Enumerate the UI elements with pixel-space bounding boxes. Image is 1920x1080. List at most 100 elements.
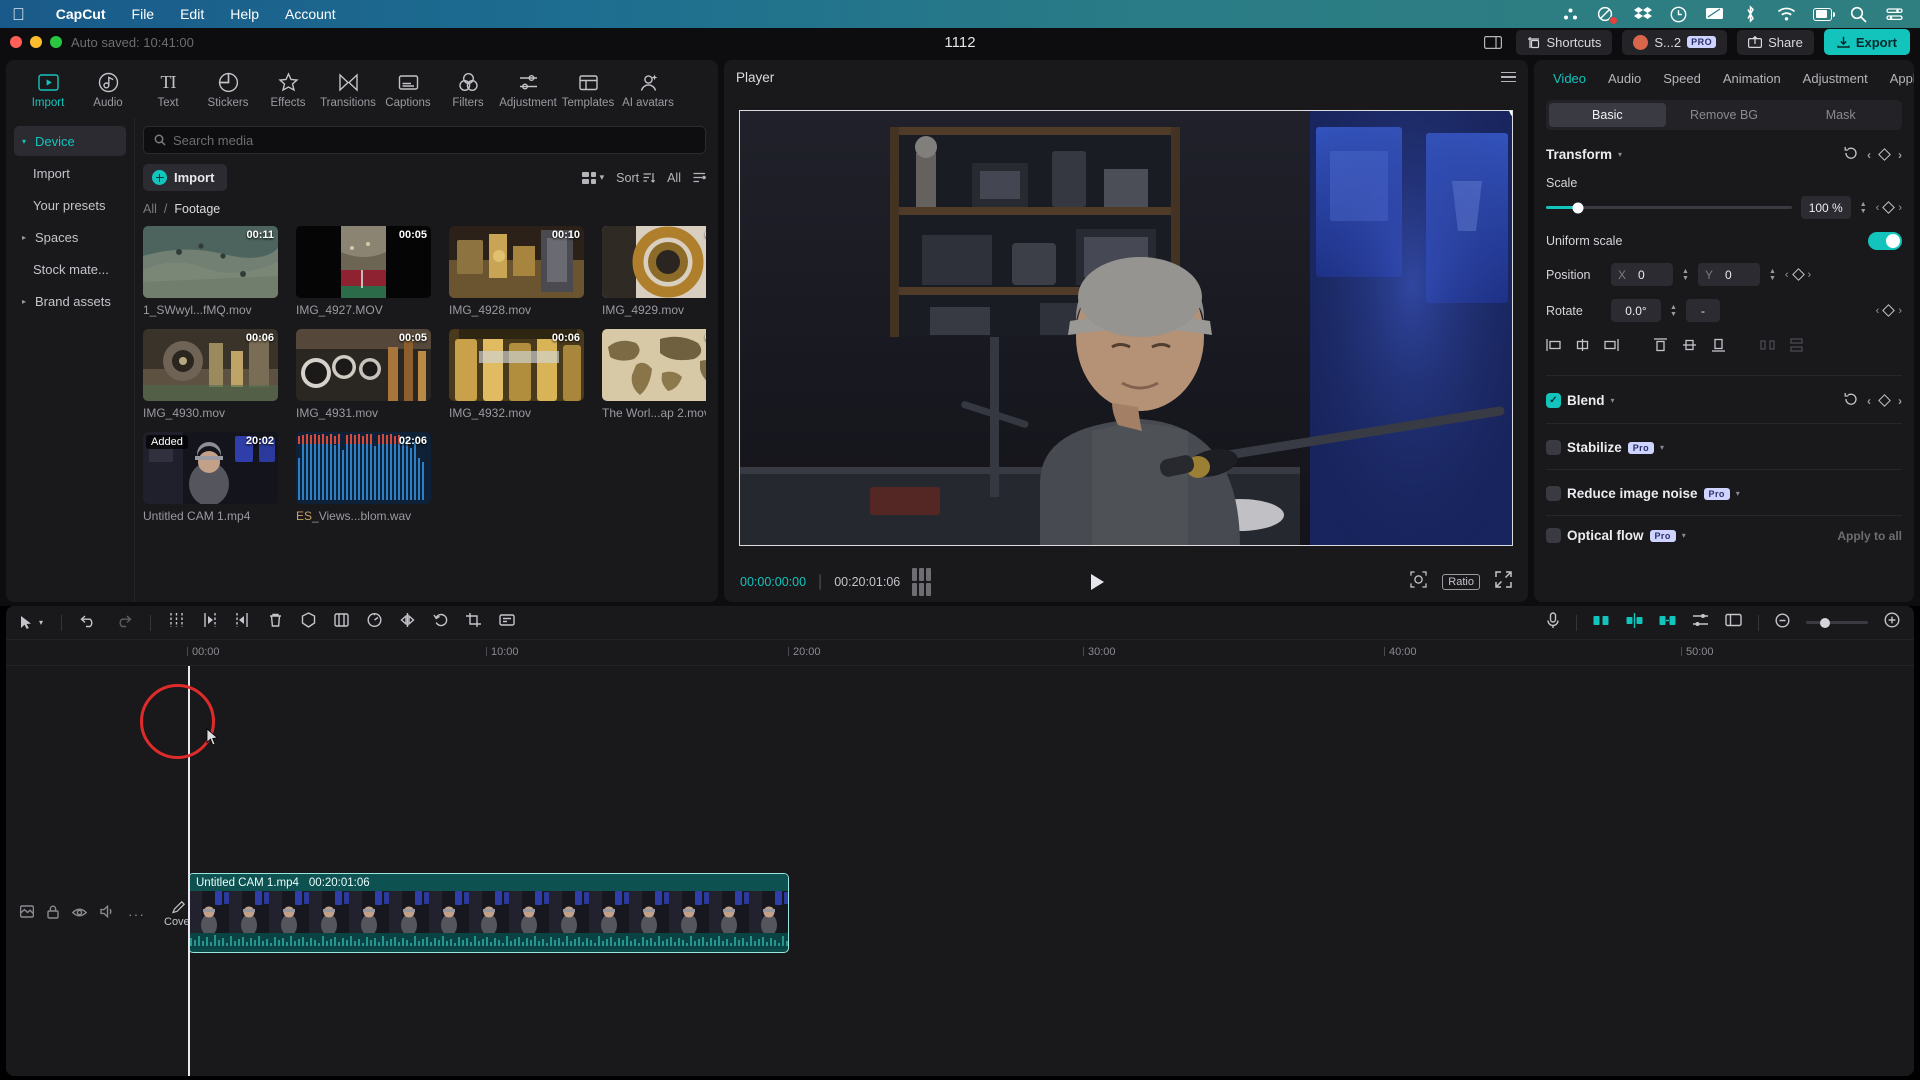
play-button[interactable] (1090, 574, 1104, 590)
tool-tab-audio[interactable]: Audio (78, 66, 138, 109)
speed-icon[interactable] (367, 612, 382, 633)
close-window-button[interactable] (10, 36, 22, 48)
tool-tab-ai-avatars[interactable]: AI avatars (618, 66, 678, 109)
tab-apply[interactable]: Apply (1879, 71, 1914, 86)
timeline-clip[interactable]: Untitled CAM 1.mp4 00:20:01:06 (188, 873, 789, 953)
wifi-icon[interactable] (1777, 5, 1796, 24)
auto-cut-icon[interactable] (1593, 614, 1610, 632)
display-icon[interactable] (1705, 5, 1724, 24)
position-x-field[interactable]: X 0 (1611, 263, 1673, 286)
timeline-tracks[interactable]: ··· Cover Untitled CAM 1.mp4 00:20:01:06 (6, 666, 1914, 1076)
snap-icon[interactable] (1626, 612, 1643, 633)
voiceover-icon[interactable] (1546, 611, 1560, 634)
split-icon[interactable] (169, 612, 184, 633)
dropbox-icon[interactable] (1633, 5, 1652, 24)
keyframe-next-icon[interactable]: › (1898, 305, 1902, 317)
shortcuts-button[interactable]: Shortcuts (1516, 29, 1613, 55)
position-y-field[interactable]: Y 0 (1697, 263, 1760, 286)
media-thumbnail[interactable]: 00:07 (602, 226, 706, 298)
keyframe-icon[interactable] (1878, 148, 1891, 161)
bluetooth-icon[interactable] (1741, 5, 1760, 24)
tool-tab-filters[interactable]: Filters (438, 66, 498, 109)
zoom-slider[interactable] (1806, 617, 1868, 628)
hide-icon[interactable] (71, 905, 88, 923)
keyframe-panel-icon[interactable] (1725, 613, 1742, 632)
dots-icon[interactable] (1561, 5, 1580, 24)
keyframe-prev-icon[interactable]: ‹ (1867, 394, 1871, 408)
tab-adjustment[interactable]: Adjustment (1792, 71, 1879, 86)
menu-account[interactable]: Account (272, 6, 349, 22)
media-thumbnail[interactable]: 00:10 (449, 226, 584, 298)
adjust-icon[interactable] (1692, 613, 1709, 632)
media-thumbnail[interactable]: 00:05 (296, 329, 431, 401)
scale-stepper[interactable]: ▲ ▼ (1860, 201, 1867, 215)
rotate-stepper[interactable]: ▲ ▼ (1670, 304, 1677, 318)
keyframe-next-icon[interactable]: › (1808, 269, 1812, 281)
tool-tab-stickers[interactable]: Stickers (198, 66, 258, 109)
distribute-horizontal-icon[interactable] (1760, 338, 1775, 357)
control-center-icon[interactable] (1885, 5, 1904, 24)
timeline-ruler[interactable]: 00:00 10:00 20:00 30:00 40:00 50:00 (6, 640, 1914, 666)
breadcrumb-footage[interactable]: Footage (174, 202, 220, 216)
battery-icon[interactable] (1813, 5, 1835, 24)
keyframe-prev-icon[interactable]: ‹ (1867, 148, 1871, 162)
optical-flow-checkbox[interactable] (1546, 528, 1561, 543)
export-button[interactable]: Export (1823, 29, 1910, 55)
sidebar-item-stock-materials[interactable]: Stock mate... (14, 254, 126, 284)
media-item[interactable]: 00:11 1_SWwyl...fMQ.mov (143, 226, 278, 317)
keyframe-next-icon[interactable]: › (1898, 148, 1902, 162)
media-thumbnail[interactable]: 00:15 (602, 329, 706, 401)
sidebar-item-your-presets[interactable]: Your presets (14, 190, 126, 220)
keyframe-icon[interactable] (1878, 394, 1891, 407)
tool-tab-import[interactable]: Import (18, 66, 78, 109)
keyframe-icon[interactable] (1882, 201, 1896, 214)
fullscreen-icon[interactable] (1495, 571, 1512, 593)
distribute-vertical-icon[interactable] (1789, 338, 1804, 357)
media-item[interactable]: 00:05 IMG_4931.mov (296, 329, 431, 420)
chevron-collapse-icon[interactable]: ▾ (1611, 396, 1615, 405)
stabilize-checkbox[interactable] (1546, 440, 1561, 455)
apple-logo-icon[interactable]:  (12, 6, 25, 23)
align-bottom-icon[interactable] (1711, 338, 1726, 357)
segment-basic[interactable]: Basic (1549, 103, 1666, 127)
layout-toggle-button[interactable] (1480, 30, 1506, 55)
media-thumbnail[interactable]: 02:06 (296, 432, 431, 504)
hamburger-icon[interactable] (1501, 71, 1516, 83)
uniform-scale-toggle[interactable] (1868, 232, 1902, 250)
breadcrumb-all[interactable]: All (143, 202, 157, 216)
tool-tab-captions[interactable]: Captions (378, 66, 438, 109)
search-icon[interactable] (1849, 5, 1868, 24)
tab-audio[interactable]: Audio (1597, 71, 1652, 86)
align-left-icon[interactable] (1546, 338, 1561, 357)
select-tool-icon[interactable]: ▾ (20, 615, 43, 630)
tab-video[interactable]: Video (1542, 71, 1597, 86)
tab-speed[interactable]: Speed (1652, 71, 1712, 86)
redo-icon[interactable] (115, 613, 132, 633)
frames-icon[interactable] (912, 568, 932, 596)
filter-all-button[interactable]: All (667, 171, 681, 185)
segment-remove-bg[interactable]: Remove BG (1666, 103, 1783, 127)
volume-icon[interactable] (100, 904, 115, 923)
tool-tab-effects[interactable]: Effects (258, 66, 318, 109)
media-item[interactable]: 00:05 IMG_4927.MOV (296, 226, 431, 317)
freeze-icon[interactable] (301, 612, 316, 633)
chevron-collapse-icon[interactable]: ▾ (1736, 489, 1740, 498)
share-button[interactable]: Share (1737, 29, 1814, 55)
menu-capcut[interactable]: CapCut (43, 6, 119, 22)
chevron-collapse-icon[interactable]: ▾ (1682, 531, 1686, 540)
chevron-collapse-icon[interactable]: ▾ (1618, 150, 1622, 159)
align-right-icon[interactable] (1604, 338, 1619, 357)
media-thumbnail[interactable]: 00:06 (143, 329, 278, 401)
clock-icon[interactable] (1669, 5, 1688, 24)
keyframe-prev-icon[interactable]: ‹ (1876, 305, 1880, 317)
trim-right-icon[interactable] (235, 612, 250, 633)
tool-tab-transitions[interactable]: Transitions (318, 66, 378, 109)
search-input[interactable]: Search media (143, 126, 706, 154)
reset-icon[interactable] (1844, 392, 1858, 409)
maximize-window-button[interactable] (50, 36, 62, 48)
sidebar-item-import[interactable]: Import (14, 158, 126, 188)
media-item[interactable]: 02:06 ES_Views...blom.wav (296, 432, 431, 523)
apply-to-all-button[interactable]: Apply to all (1837, 529, 1902, 543)
tool-tab-templates[interactable]: Templates (558, 66, 618, 109)
keyframe-prev-icon[interactable]: ‹ (1785, 269, 1789, 281)
